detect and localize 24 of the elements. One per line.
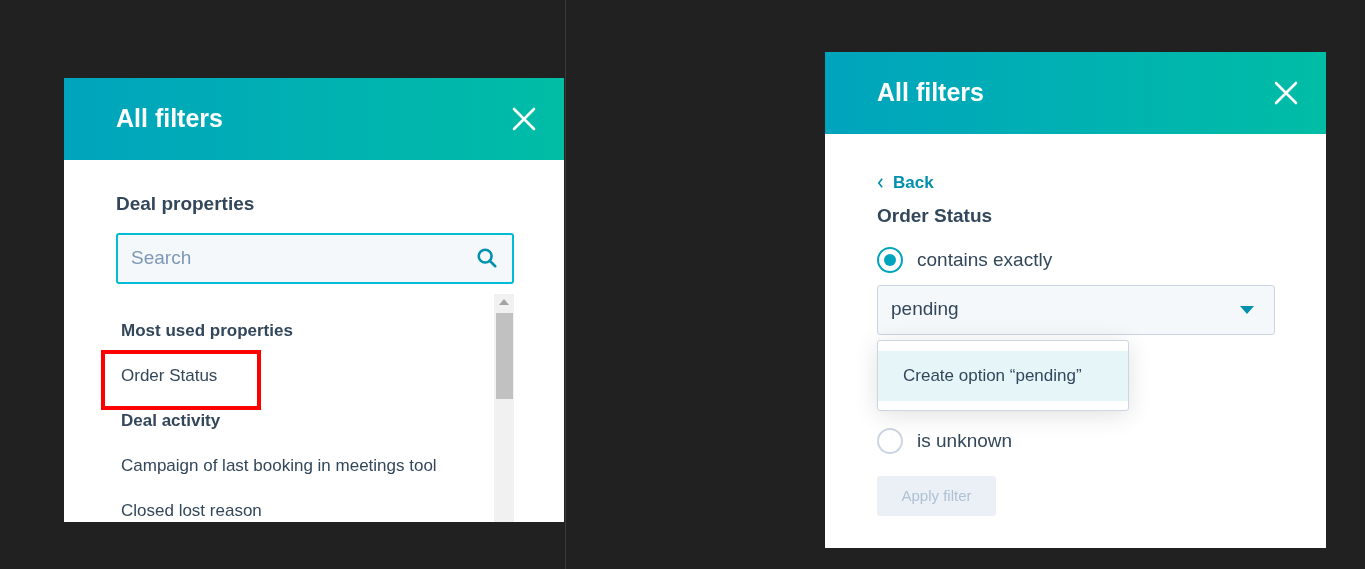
property-item[interactable]: Campaign of last booking in meetings tool (121, 453, 437, 479)
search-field[interactable]: Search (116, 232, 514, 284)
radio-button[interactable] (877, 427, 903, 454)
property-item[interactable]: Closed lost reason (121, 498, 262, 522)
back-link[interactable]: Back (877, 170, 1276, 196)
section-title: Deal properties (116, 192, 256, 216)
radio-label: is unknown (917, 428, 1013, 453)
group-heading: Most used properties (121, 320, 293, 343)
scrollbar[interactable] (494, 293, 514, 522)
radio-button[interactable] (877, 247, 903, 274)
close-icon[interactable] (512, 107, 536, 131)
search-icon[interactable] (476, 246, 498, 269)
property-item[interactable]: Order Status (121, 363, 218, 389)
close-icon[interactable] (1274, 81, 1298, 105)
select-field[interactable]: pending (877, 284, 1275, 335)
panel-title: All filters (877, 77, 984, 109)
caret-icon (1240, 305, 1254, 314)
panel-title: All filters (116, 103, 223, 135)
radio-label: contains exactly (917, 248, 1053, 272)
chevron-left-icon (877, 177, 884, 188)
scroll-up-icon[interactable] (499, 298, 509, 305)
group-heading: Deal activity (121, 410, 221, 433)
dropdown-option[interactable]: Create option “pending” (878, 350, 1128, 401)
property-title: Order Status (877, 203, 994, 228)
